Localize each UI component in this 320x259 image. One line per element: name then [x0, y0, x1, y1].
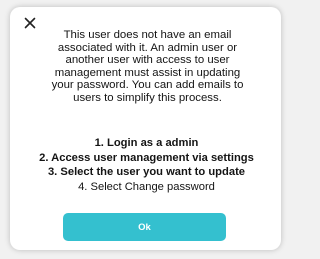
close-icon[interactable] — [24, 17, 36, 29]
step-item: 2. Access user management via settings — [39, 151, 254, 164]
screen: This user does not have an email associa… — [0, 0, 292, 259]
dialog-message: This user does not have an email associa… — [28, 29, 267, 105]
message-line: your password. You can add emails to — [51, 79, 244, 92]
step-item: 3. Select the user you want to update — [47, 166, 246, 179]
step-item: 4. Select Change password — [78, 180, 215, 193]
ok-button[interactable]: Ok — [63, 213, 226, 241]
no-email-dialog: This user does not have an email associa… — [10, 7, 281, 250]
instruction-steps: 1. Login as a admin 2. Access user manag… — [20, 136, 273, 194]
message-line: management must assist in updating — [54, 66, 241, 79]
message-line: associated with it. An admin user or — [57, 41, 238, 54]
step-item: 1. Login as a admin — [94, 137, 199, 149]
message-line: another user with access to user — [65, 54, 230, 67]
message-line: users to simplify this process. — [73, 91, 222, 104]
message-line: This user does not have an email — [63, 29, 232, 41]
